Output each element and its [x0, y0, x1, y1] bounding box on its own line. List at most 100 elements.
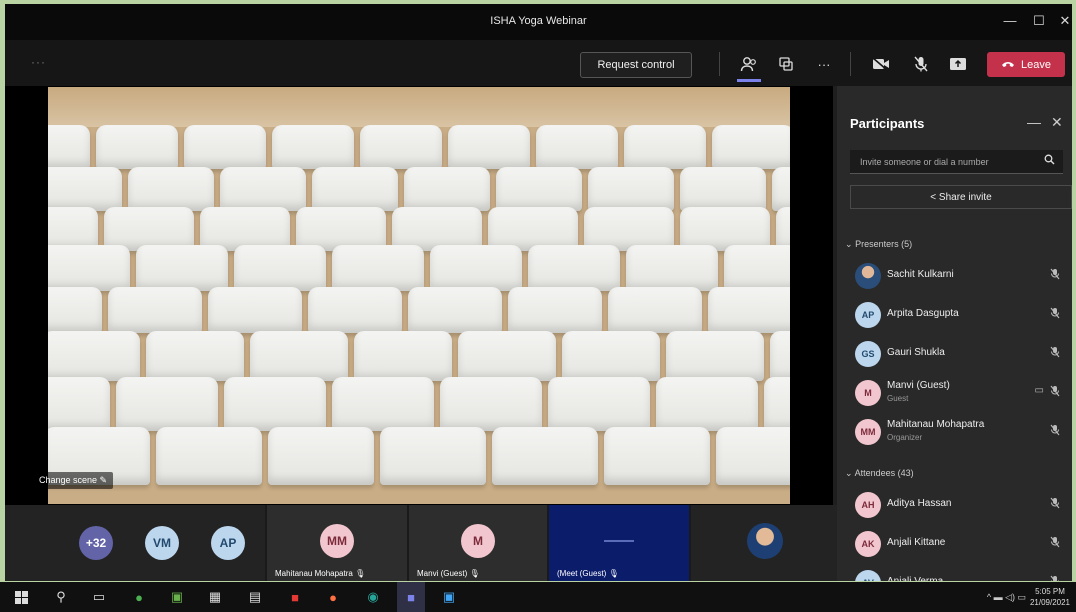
mic-off-icon[interactable]: [1050, 575, 1060, 581]
browser-icon[interactable]: ◉: [364, 588, 382, 606]
seat: [604, 427, 710, 485]
participant-row[interactable]: Sachit Kulkarni: [851, 260, 1066, 292]
seat-row: [48, 125, 790, 169]
participant-avatar: AP: [855, 302, 881, 328]
file-explorer-icon[interactable]: ▤: [246, 588, 264, 606]
seat: [562, 331, 660, 381]
participant-role: Organizer: [887, 433, 923, 442]
participant-row[interactable]: AH Aditya Hassan: [851, 489, 1066, 521]
tile-label: Manvi (Guest) 🎙: [417, 569, 480, 578]
tile-label: (Meet (Guest) 🎙: [557, 569, 619, 578]
share-content-icon[interactable]: [947, 53, 969, 75]
taskbar-clock[interactable]: 5:05 PM 21/09/2021: [1030, 586, 1070, 608]
word-icon[interactable]: ▣: [440, 588, 458, 606]
seat: [408, 287, 502, 333]
seat: [48, 245, 130, 291]
chrome-icon[interactable]: ●: [130, 588, 148, 606]
seat: [548, 377, 650, 431]
participant-role: Guest: [887, 394, 909, 403]
tile-video[interactable]: [691, 505, 837, 581]
participant-name: Aditya Hassan: [887, 498, 952, 509]
toolbar-divider: [719, 52, 720, 76]
share-invite-button[interactable]: < Share invite: [850, 185, 1072, 209]
share-tray-icon[interactable]: [775, 53, 797, 75]
share-invite-label: Share invite: [938, 192, 992, 203]
attendees-section-header[interactable]: ⌄ Attendees (43): [845, 468, 914, 479]
seat: [680, 167, 766, 211]
participant-row[interactable]: MM Mahitanau Mohapatra Organizer: [851, 416, 1066, 448]
toolbar-divider: [850, 52, 851, 76]
mic-icon[interactable]: [910, 53, 932, 75]
seat: [430, 245, 522, 291]
tile-avatar: MM: [320, 524, 354, 558]
seat: [146, 331, 244, 381]
seat: [708, 287, 790, 333]
seat: [184, 125, 266, 169]
tile-avatar: +32: [79, 526, 113, 560]
tile-mahitanau[interactable]: MM Mahitanau Mohapatra 🎙: [267, 505, 407, 581]
seat: [764, 377, 790, 431]
teams-icon[interactable]: ■: [402, 588, 420, 606]
tile-label: Mahitanau Mohapatra 🎙: [275, 569, 366, 578]
presenters-section-header[interactable]: ⌄ Presenters (5): [845, 239, 912, 250]
participant-row[interactable]: M Manvi (Guest) Guest ▭: [851, 377, 1066, 409]
mic-off-icon[interactable]: [1050, 307, 1060, 322]
minimize-button[interactable]: —: [999, 13, 1021, 28]
participant-name: Arpita Dasgupta: [887, 308, 959, 319]
seat: [626, 245, 718, 291]
mic-off-icon[interactable]: [1050, 385, 1060, 400]
request-control-button[interactable]: Request control: [580, 52, 692, 78]
title-bar: ISHA Yoga Webinar — ☐ ✕: [5, 4, 1072, 40]
more-options-button[interactable]: ···: [813, 53, 835, 75]
maximize-button[interactable]: ☐: [1028, 13, 1050, 29]
chevron-down-icon: ⌄: [845, 468, 853, 478]
close-panel-icon[interactable]: ✕: [1051, 114, 1063, 131]
mic-off-icon[interactable]: [1050, 536, 1060, 551]
tile-manvi[interactable]: M Manvi (Guest) 🎙: [409, 505, 547, 581]
participant-name: Gauri Shukla: [887, 347, 945, 358]
seat: [224, 377, 326, 431]
tile-avatar: VM: [145, 526, 179, 560]
windows-start-icon[interactable]: [12, 588, 30, 606]
participants-icon[interactable]: [738, 53, 760, 75]
participant-tiles: +32 VM AP MM Mahitanau Mohapatra 🎙 M Man…: [5, 505, 837, 581]
clock-date: 21/09/2021: [1029, 598, 1070, 607]
app-icon[interactable]: ▣: [168, 588, 186, 606]
presenters-header-label: Presenters (5): [855, 239, 913, 249]
scene-wall: [48, 87, 790, 127]
search-icon[interactable]: ⚲: [52, 588, 70, 606]
seat-row: [48, 167, 790, 211]
seat: [608, 287, 702, 333]
change-scene-button[interactable]: Change scene ✎: [33, 472, 114, 489]
participant-row[interactable]: AP Arpita Dasgupta: [851, 299, 1066, 331]
mic-off-icon[interactable]: [1050, 346, 1060, 361]
pdf-reader-icon[interactable]: ■: [286, 588, 304, 606]
seat: [772, 167, 790, 211]
task-view-icon[interactable]: ▭: [90, 588, 108, 606]
leave-button[interactable]: Leave: [987, 52, 1065, 77]
firefox-icon[interactable]: ●: [324, 588, 342, 606]
more-left-button[interactable]: ···: [31, 55, 46, 69]
mic-off-icon[interactable]: [1050, 424, 1060, 439]
participant-row[interactable]: GS Gauri Shukla: [851, 338, 1066, 370]
mic-off-icon[interactable]: [1050, 268, 1060, 283]
participant-row[interactable]: AK Anjali Kittane: [851, 528, 1066, 560]
camera-icon[interactable]: [870, 53, 892, 75]
tile-group[interactable]: +32 VM AP: [5, 505, 265, 581]
invite-input[interactable]: Invite someone or dial a number: [850, 150, 1063, 174]
mic-off-icon[interactable]: [1050, 497, 1060, 512]
participant-row[interactable]: AV Anjali Verma: [851, 567, 1066, 581]
minimize-panel-icon[interactable]: —: [1027, 114, 1041, 130]
seat: [770, 331, 790, 381]
search-icon[interactable]: [1044, 150, 1055, 174]
seat: [48, 167, 122, 211]
seat: [332, 377, 434, 431]
close-window-button[interactable]: ✕: [1054, 13, 1072, 29]
participants-panel: Participants — ✕ Invite someone or dial …: [837, 86, 1072, 581]
seat: [108, 287, 202, 333]
seat: [496, 167, 582, 211]
invite-placeholder: Invite someone or dial a number: [860, 157, 989, 167]
calculator-icon[interactable]: ▦: [206, 588, 224, 606]
tile-meet-guest[interactable]: (Meet (Guest) 🎙: [549, 505, 689, 581]
system-tray[interactable]: ^ ▬ ◁) ▭: [987, 592, 1026, 603]
